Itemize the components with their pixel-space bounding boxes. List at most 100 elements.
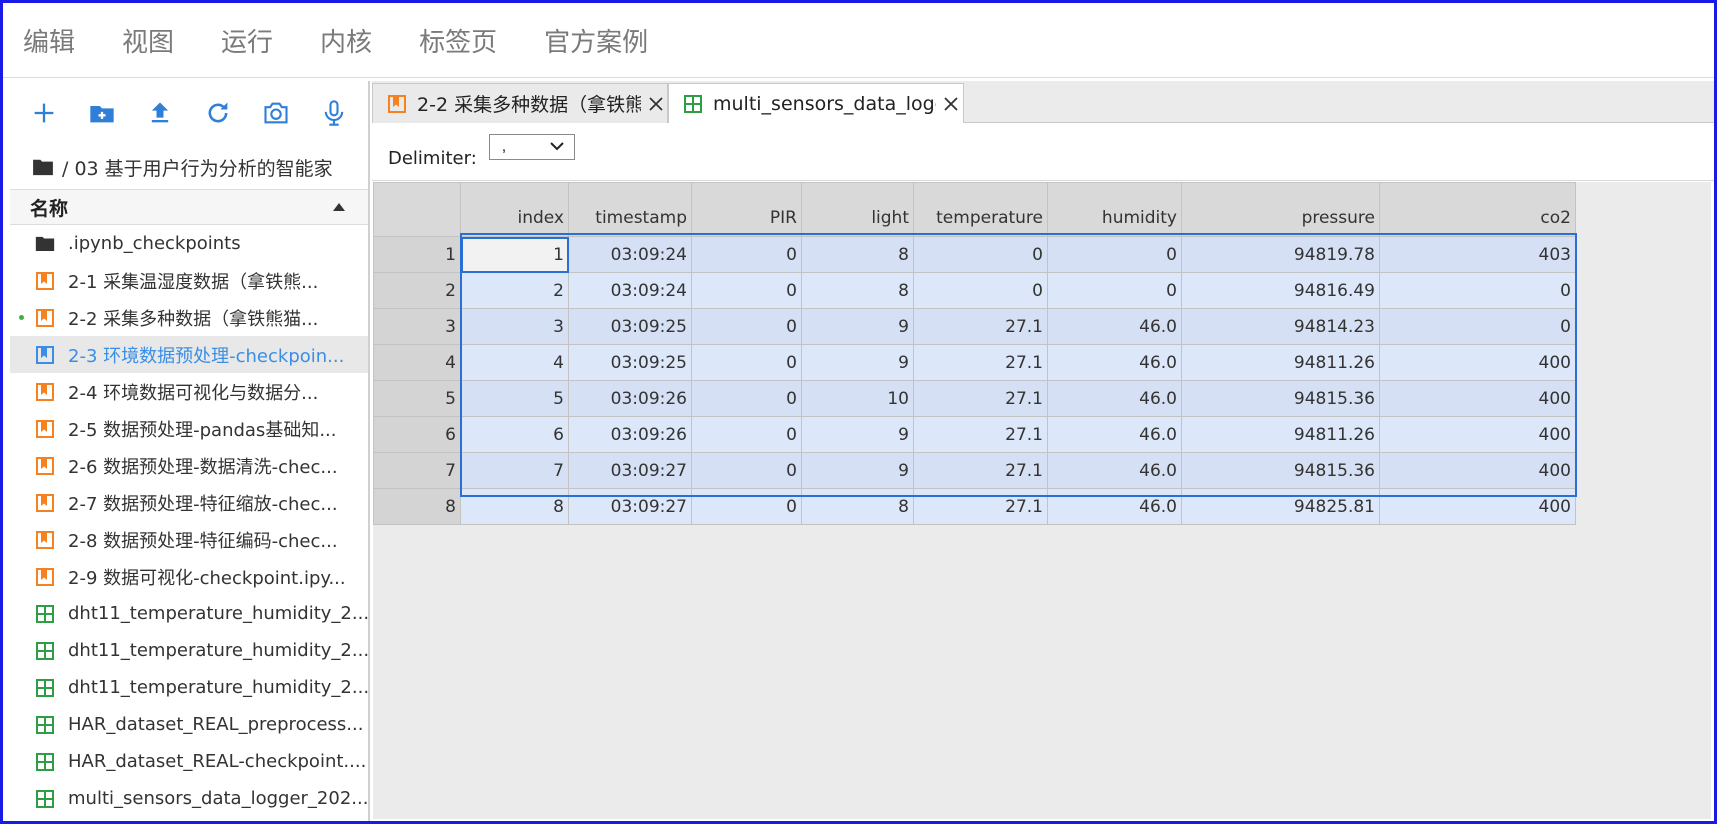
menu-official-examples[interactable]: 官方案例 — [544, 22, 648, 59]
table-cell[interactable]: 46.0 — [1047, 416, 1182, 453]
table-cell[interactable]: 8 — [801, 236, 914, 273]
close-icon[interactable] — [645, 92, 667, 116]
column-header[interactable]: timestamp — [568, 182, 692, 237]
table-cell[interactable]: 0 — [691, 344, 802, 381]
file-item[interactable]: dht11_temperature_humidity_2... — [10, 595, 368, 632]
file-item[interactable]: .ipynb_checkpoints — [10, 225, 368, 262]
table-cell[interactable]: 03:09:27 — [568, 488, 692, 525]
table-cell[interactable]: 400 — [1379, 344, 1576, 381]
table-cell[interactable]: 1 — [460, 236, 569, 273]
table-cell[interactable]: 0 — [691, 488, 802, 525]
column-header[interactable]: pressure — [1181, 182, 1380, 237]
table-cell[interactable]: 0 — [691, 452, 802, 489]
table-cell[interactable]: 27.1 — [913, 308, 1048, 345]
tab-csv-multi-sensors[interactable]: multi_sensors_data_logger_2 — [668, 83, 964, 124]
table-cell[interactable]: 2 — [460, 272, 569, 309]
file-item[interactable]: 2-8 数据预处理-特征编码-chec... — [10, 521, 368, 558]
table-cell[interactable]: 94825.81 — [1181, 488, 1380, 525]
file-item[interactable]: HAR_dataset_REAL-checkpoint.... — [10, 743, 368, 780]
csv-grid[interactable]: index timestamp PIR light temperature humidit… — [373, 182, 1711, 819]
file-item[interactable]: 2-6 数据预处理-数据清洗-chec... — [10, 447, 368, 484]
table-cell[interactable]: 03:09:25 — [568, 344, 692, 381]
table-cell[interactable]: 0 — [1379, 272, 1576, 309]
file-item[interactable]: 2-1 采集温湿度数据（拿铁熊... — [10, 262, 368, 299]
table-cell[interactable]: 27.1 — [913, 488, 1048, 525]
column-header[interactable]: co2 — [1379, 182, 1576, 237]
table-cell[interactable]: 94815.36 — [1181, 452, 1380, 489]
row-number[interactable]: 5 — [373, 380, 461, 417]
row-number[interactable]: 7 — [373, 452, 461, 489]
screenshot-button[interactable] — [262, 98, 290, 128]
table-cell[interactable]: 94816.49 — [1181, 272, 1380, 309]
table-cell[interactable]: 0 — [691, 236, 802, 273]
file-item[interactable]: 2-2 采集多种数据（拿铁熊猫... — [10, 299, 368, 336]
delimiter-select[interactable]: , — [488, 133, 575, 160]
row-number[interactable]: 3 — [373, 308, 461, 345]
menu-run[interactable]: 运行 — [221, 22, 273, 59]
column-header[interactable]: light — [801, 182, 914, 237]
table-cell[interactable]: 403 — [1379, 236, 1576, 273]
table-cell[interactable]: 8 — [460, 488, 569, 525]
table-cell[interactable]: 03:09:27 — [568, 452, 692, 489]
row-number[interactable]: 6 — [373, 416, 461, 453]
table-cell[interactable]: 0 — [691, 380, 802, 417]
menu-kernel[interactable]: 内核 — [320, 22, 372, 59]
menu-edit[interactable]: 编辑 — [23, 22, 75, 59]
name-column-header[interactable]: 名称 — [10, 189, 368, 225]
table-cell[interactable]: 9 — [801, 452, 914, 489]
new-folder-button[interactable] — [88, 98, 116, 128]
table-cell[interactable]: 3 — [460, 308, 569, 345]
column-header[interactable]: humidity — [1047, 182, 1182, 237]
table-cell[interactable]: 400 — [1379, 416, 1576, 453]
table-cell[interactable]: 46.0 — [1047, 380, 1182, 417]
table-cell[interactable]: 0 — [691, 308, 802, 345]
menu-tabs[interactable]: 标签页 — [419, 22, 497, 59]
table-cell[interactable]: 03:09:25 — [568, 308, 692, 345]
file-item[interactable]: dht11_temperature_humidity_2... — [10, 632, 368, 669]
table-cell[interactable]: 0 — [691, 272, 802, 309]
upload-button[interactable] — [146, 98, 174, 128]
table-cell[interactable]: 4 — [460, 344, 569, 381]
column-header[interactable]: PIR — [691, 182, 802, 237]
table-cell[interactable]: 27.1 — [913, 380, 1048, 417]
table-cell[interactable]: 8 — [801, 272, 914, 309]
table-cell[interactable]: 46.0 — [1047, 344, 1182, 381]
table-cell[interactable]: 9 — [801, 308, 914, 345]
close-icon[interactable] — [940, 92, 963, 116]
file-item[interactable]: HAR_dataset_REAL_preprocess... — [10, 706, 368, 743]
row-number[interactable]: 2 — [373, 272, 461, 309]
table-cell[interactable]: 8 — [801, 488, 914, 525]
table-cell[interactable]: 400 — [1379, 380, 1576, 417]
table-cell[interactable]: 03:09:26 — [568, 380, 692, 417]
table-cell[interactable]: 5 — [460, 380, 569, 417]
table-cell[interactable]: 03:09:24 — [568, 272, 692, 309]
column-header[interactable]: temperature — [913, 182, 1048, 237]
table-cell[interactable]: 0 — [1047, 272, 1182, 309]
table-cell[interactable]: 9 — [801, 344, 914, 381]
table-cell[interactable]: 27.1 — [913, 416, 1048, 453]
table-cell[interactable]: 03:09:24 — [568, 236, 692, 273]
table-cell[interactable]: 46.0 — [1047, 308, 1182, 345]
table-cell[interactable]: 94814.23 — [1181, 308, 1380, 345]
table-cell[interactable]: 400 — [1379, 452, 1576, 489]
table-cell[interactable]: 0 — [1047, 236, 1182, 273]
table-cell[interactable]: 94811.26 — [1181, 344, 1380, 381]
file-item[interactable]: 2-3 环境数据预处理-checkpoin... — [10, 336, 368, 373]
table-cell[interactable]: 94811.26 — [1181, 416, 1380, 453]
table-cell[interactable]: 94819.78 — [1181, 236, 1380, 273]
file-item[interactable]: 2-7 数据预处理-特征缩放-chec... — [10, 484, 368, 521]
file-item[interactable]: 2-5 数据预处理-pandas基础知... — [10, 410, 368, 447]
table-cell[interactable]: 10 — [801, 380, 914, 417]
new-launcher-button[interactable] — [30, 98, 58, 128]
refresh-button[interactable] — [204, 98, 232, 128]
tab-notebook-2-2[interactable]: 2-2 采集多种数据（拿铁熊猫 — [372, 83, 668, 123]
table-cell[interactable]: 6 — [460, 416, 569, 453]
table-cell[interactable]: 0 — [1379, 308, 1576, 345]
file-item[interactable]: dht11_temperature_humidity_2... — [10, 669, 368, 706]
microphone-button[interactable] — [320, 98, 348, 128]
file-item[interactable]: multi_sensors_data_logger_202... — [10, 780, 368, 817]
table-cell[interactable]: 0 — [913, 236, 1048, 273]
file-item[interactable]: 2-9 数据可视化-checkpoint.ipy... — [10, 558, 368, 595]
menu-view[interactable]: 视图 — [122, 22, 174, 59]
table-cell[interactable]: 0 — [691, 416, 802, 453]
